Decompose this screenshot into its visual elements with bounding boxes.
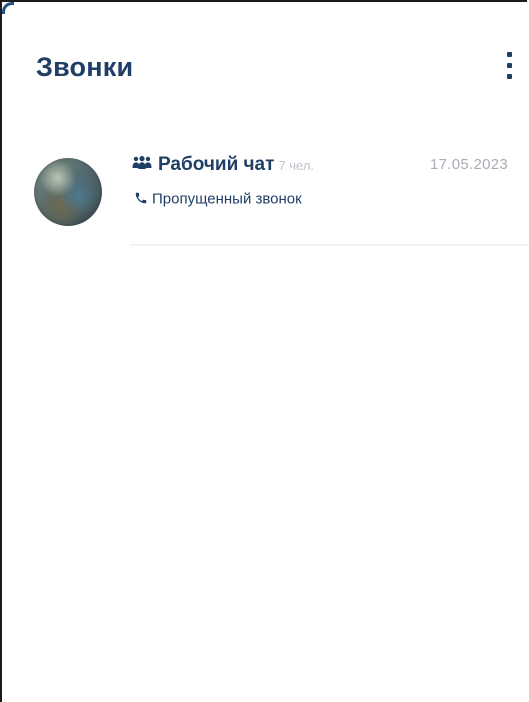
chat-name: Рабочий чат (158, 154, 275, 175)
more-options-button[interactable] (496, 46, 522, 86)
header: Звонки (2, 2, 529, 112)
call-status-row: Пропущенный звонок (134, 190, 302, 208)
call-item-title-row: Рабочий чат 7 чел. (132, 154, 314, 180)
call-date: 17.05.2023 (430, 156, 509, 173)
calls-screen: Звонки Рабочий чат 7 чел. 17.05.2023 Про… (0, 0, 529, 702)
phone-icon (134, 191, 148, 205)
call-status: Пропущенный звонок (152, 190, 302, 208)
list-divider (130, 244, 529, 246)
group-icon (132, 156, 152, 170)
members-count: 7 чел. (278, 157, 315, 173)
avatar (34, 158, 102, 226)
call-list-item[interactable]: Рабочий чат 7 чел. 17.05.2023 Пропущенный… (32, 150, 529, 246)
more-vertical-icon (507, 52, 512, 57)
page-title: Звонки (36, 52, 134, 82)
